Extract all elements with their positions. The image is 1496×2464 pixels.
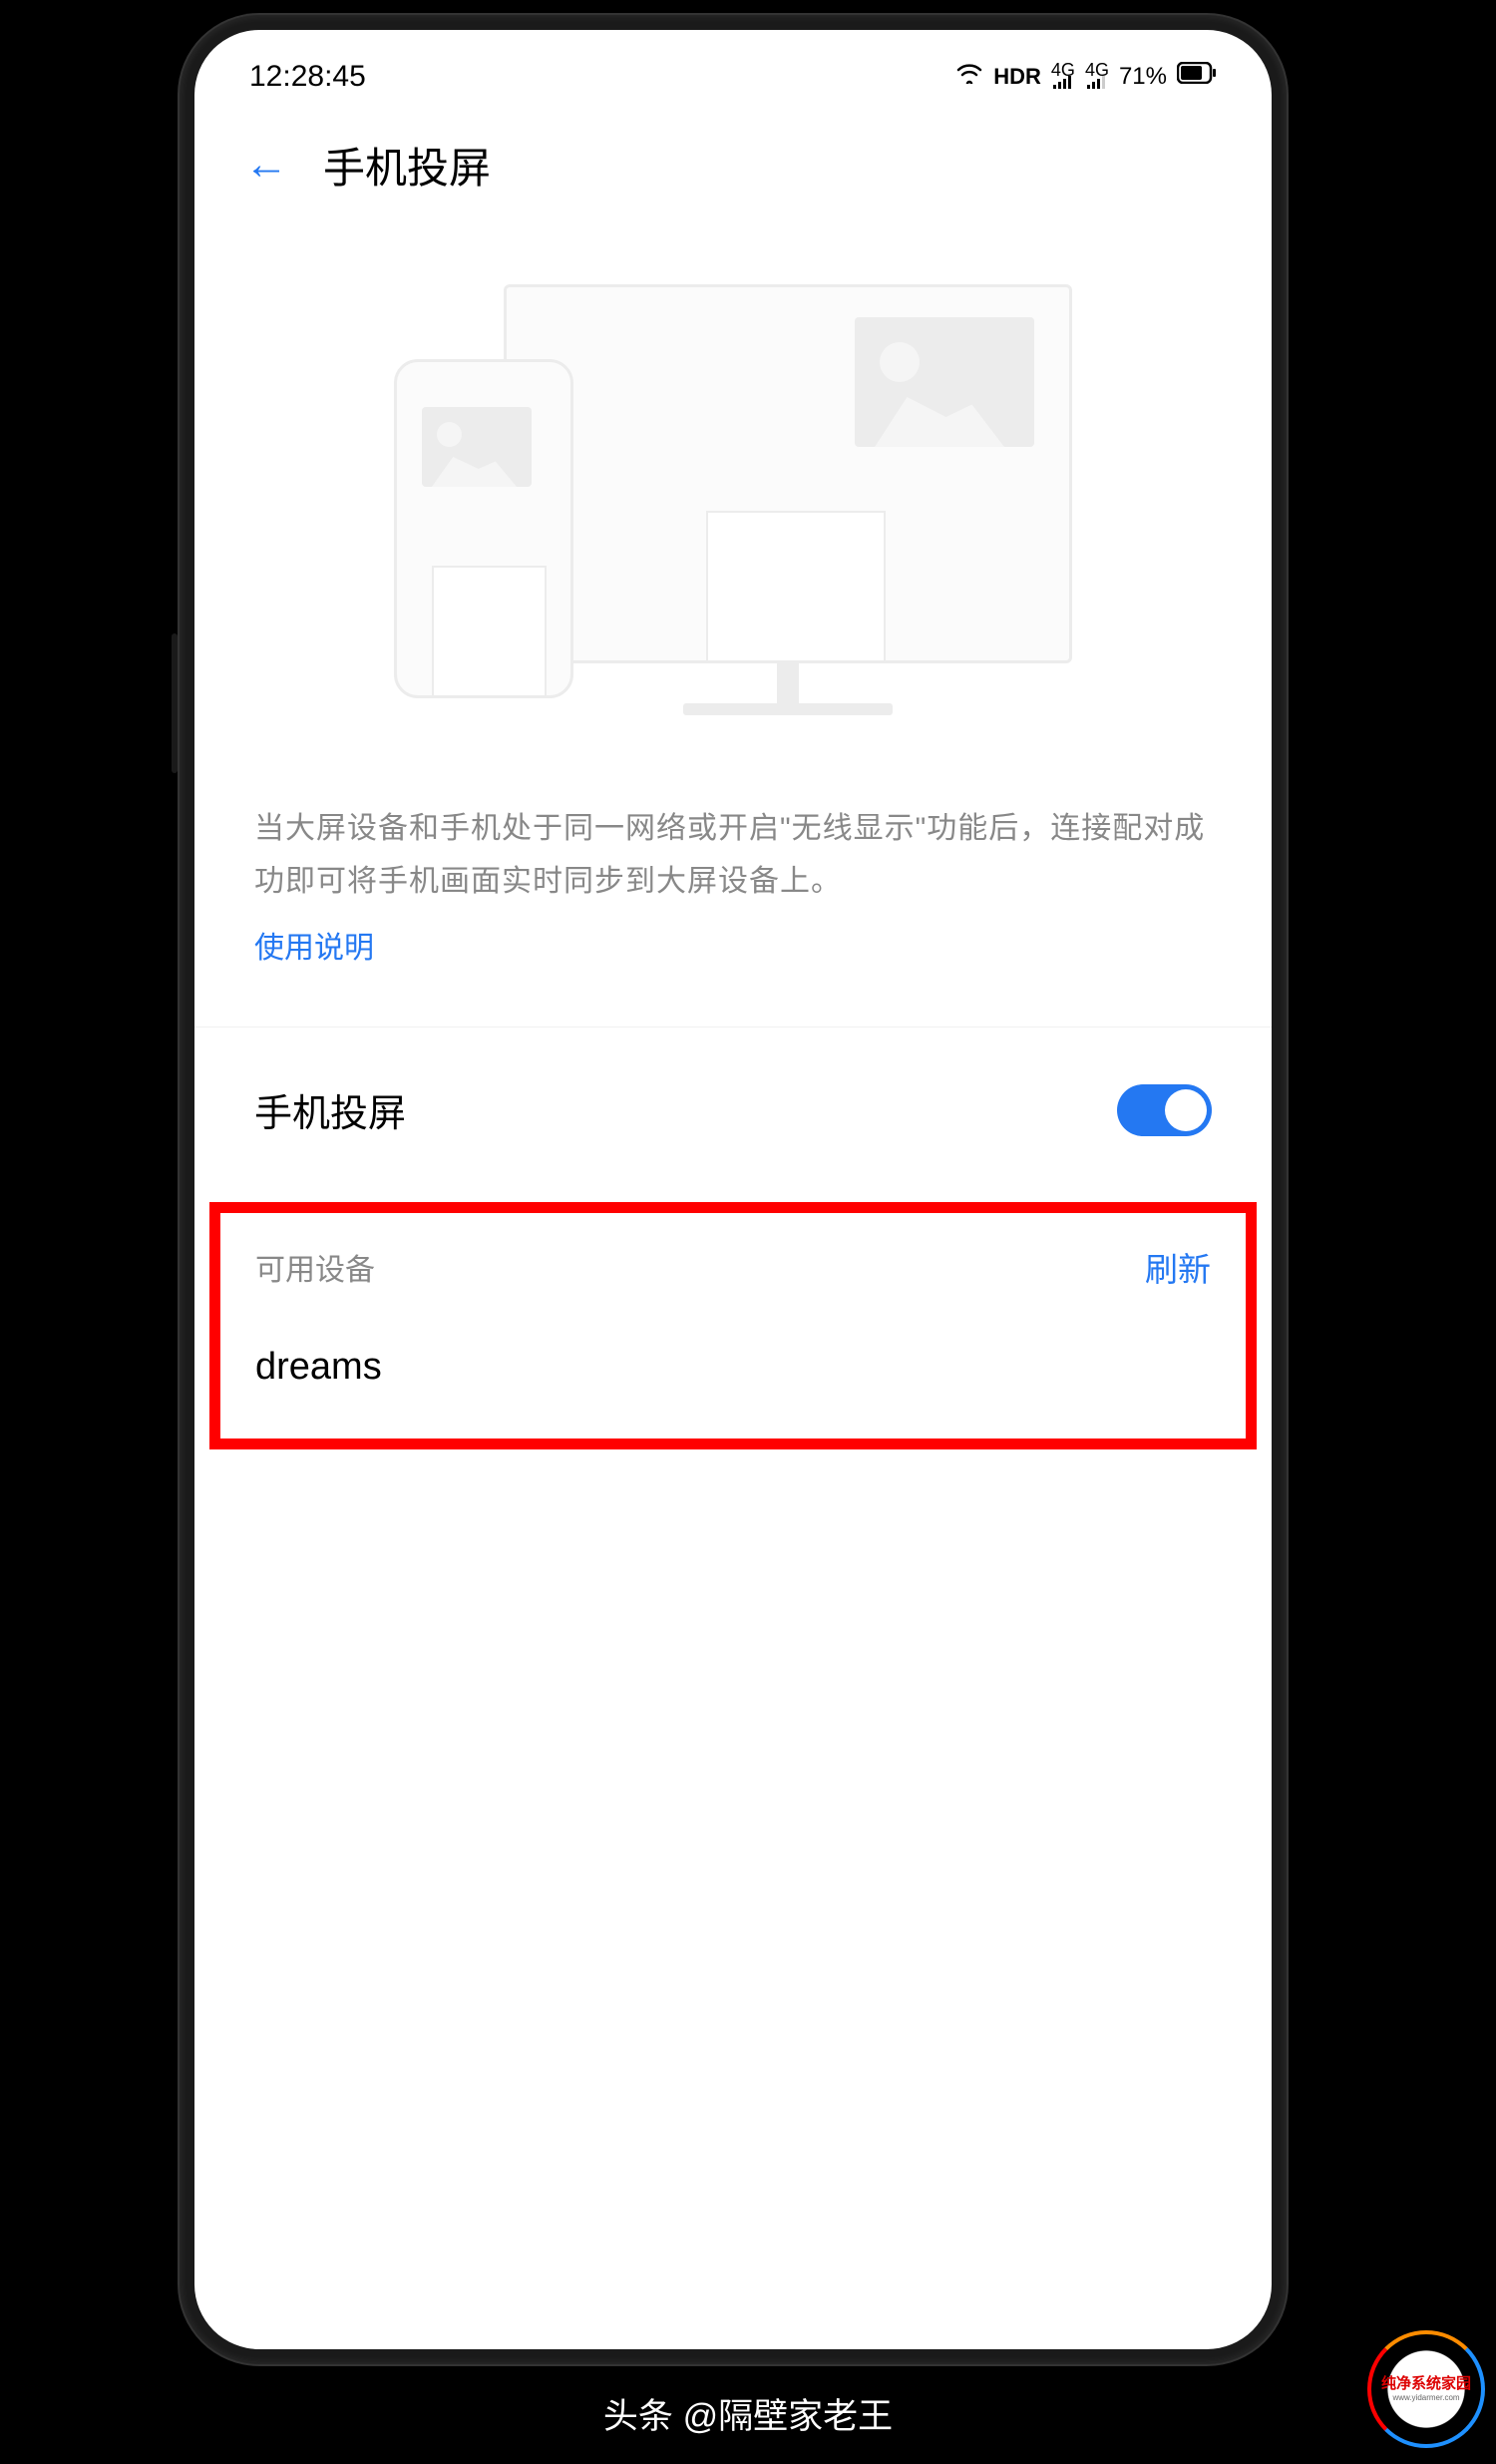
available-devices-highlight: 可用设备 刷新 dreams: [209, 1202, 1257, 1449]
cast-toggle-label: 手机投屏: [254, 1082, 406, 1137]
device-section-header: 可用设备 刷新: [255, 1243, 1211, 1291]
signal-2: 4G: [1085, 65, 1109, 89]
hd-label: HDR: [993, 64, 1041, 90]
battery-percent: 71%: [1119, 63, 1167, 91]
phone-frame: 12:28:45 HDR 4G 4G 71%: [180, 15, 1287, 2364]
page-title: 手机投屏: [323, 135, 491, 196]
back-arrow-icon[interactable]: ←: [244, 140, 288, 190]
phone-graphic: [394, 359, 573, 698]
status-bar: 12:28:45 HDR 4G 4G 71%: [194, 30, 1272, 105]
signal-1: 4G: [1051, 65, 1075, 89]
wifi-icon: [955, 62, 983, 91]
watermark-badge: 纯净系统家园 www.yidarmer.com: [1366, 2329, 1486, 2449]
phone-screen: 12:28:45 HDR 4G 4G 71%: [194, 30, 1272, 2349]
watermark-url: www.yidarmer.com: [1392, 2393, 1459, 2402]
available-devices-label: 可用设备: [255, 1245, 375, 1289]
battery-icon: [1177, 62, 1217, 91]
description-text: 当大屏设备和手机处于同一网络或开启"无线显示"功能后，连接配对成功即可将手机画面…: [254, 803, 1212, 908]
device-item[interactable]: dreams: [255, 1346, 1211, 1389]
toggle-knob: [1165, 1089, 1207, 1131]
refresh-button[interactable]: 刷新: [1145, 1243, 1211, 1291]
footer-caption: 头条 @隔壁家老王: [0, 2388, 1496, 2439]
help-link[interactable]: 使用说明: [254, 923, 1212, 967]
cast-illustration: [254, 254, 1212, 703]
nav-bar: ← 手机投屏: [194, 105, 1272, 224]
status-time: 12:28:45: [249, 60, 366, 94]
watermark-text: 纯净系统家园: [1381, 2376, 1471, 2393]
content-area: 当大屏设备和手机处于同一网络或开启"无线显示"功能后，连接配对成功即可将手机画面…: [194, 224, 1272, 1449]
tv-graphic: [504, 284, 1072, 663]
status-icons: HDR 4G 4G 71%: [955, 62, 1217, 91]
cast-toggle-switch[interactable]: [1117, 1084, 1212, 1136]
cast-toggle-row: 手机投屏: [254, 1027, 1212, 1187]
